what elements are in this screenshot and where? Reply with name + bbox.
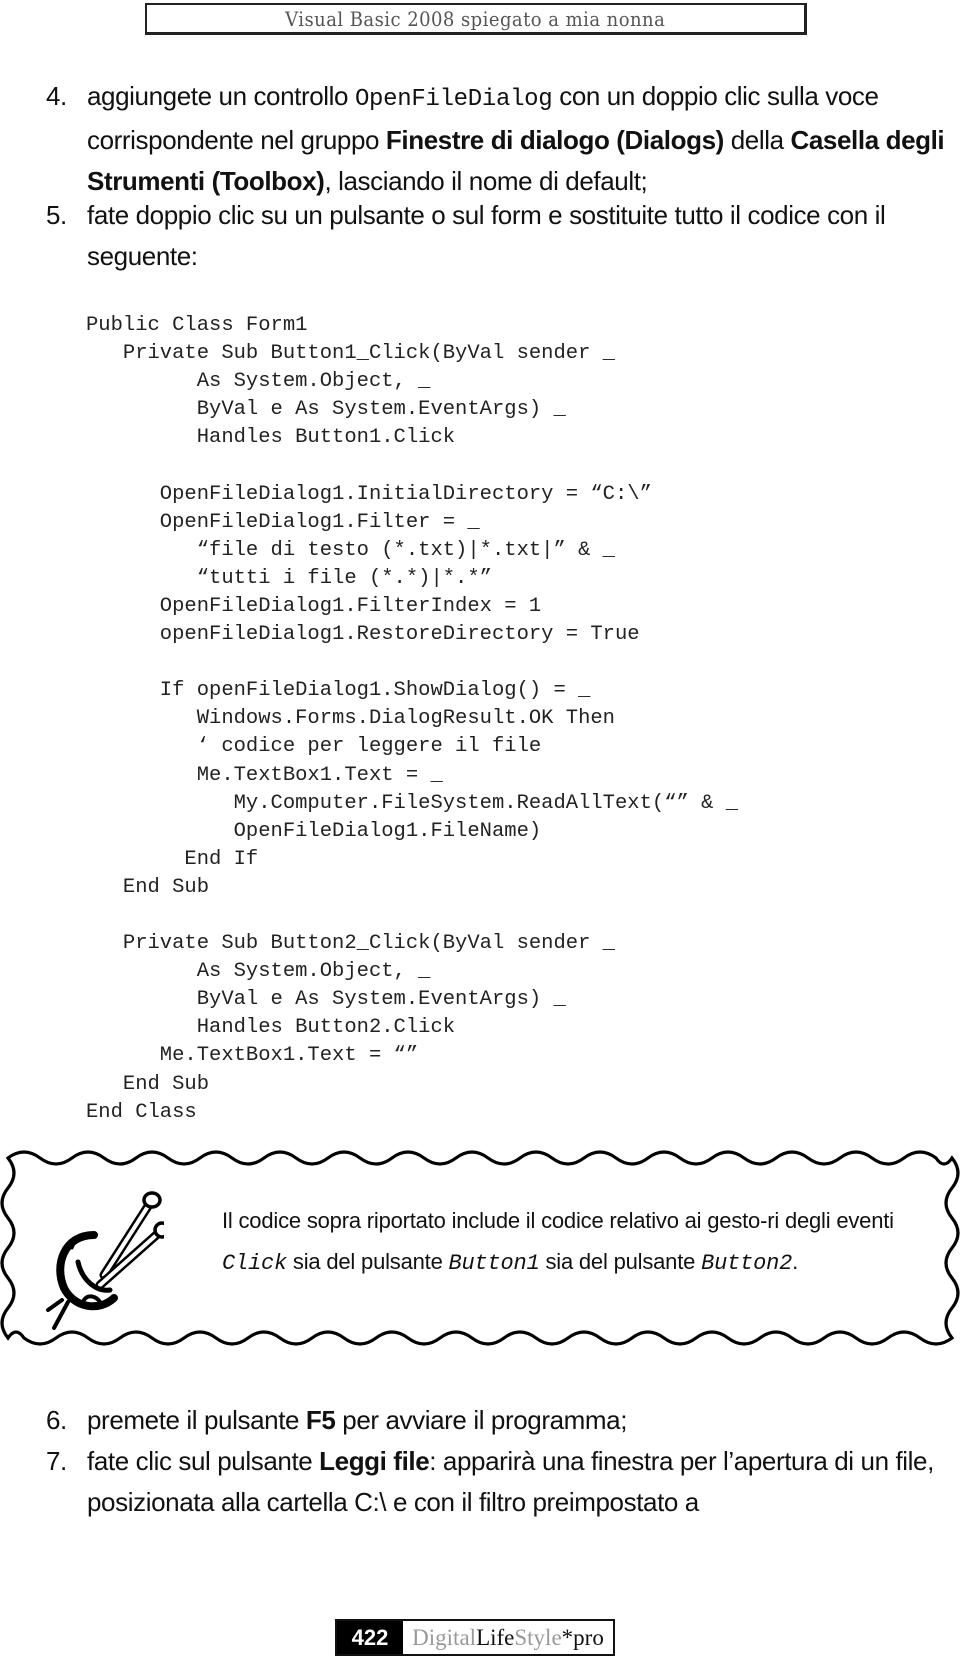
step-number: 6. (46, 1405, 67, 1435)
inline-code: Button1 (448, 1251, 540, 1276)
code-line: As System.Object, _ (86, 960, 431, 984)
code-line: openFileDialog1.RestoreDirectory = True (86, 623, 640, 647)
step-number: 4. (46, 81, 67, 111)
code-line: Handles Button1.Click (86, 426, 456, 450)
step-6: 6. premete il pulsante F5 per avviare il… (46, 1400, 946, 1441)
code-line: As System.Object, _ (86, 370, 431, 394)
code-line: “tutti i file (*.*)|*.*” (86, 566, 492, 590)
code-line: My.Computer.FileSystem.ReadAllText(“” & … (86, 791, 739, 815)
code-line: Me.TextBox1.Text = “” (86, 1044, 419, 1068)
code-line: OpenFileDialog1.Filter = _ (86, 510, 480, 534)
inline-code: Click (222, 1251, 288, 1276)
page-number: 422 (337, 1621, 403, 1654)
running-header: Visual Basic 2008 spiegato a mia nonna (145, 3, 807, 35)
step-text: fate clic sul pulsante Leggi file: appar… (87, 1446, 934, 1517)
code-line: “file di testo (*.txt)|*.txt|” & _ (86, 538, 615, 562)
code-line: End Class (86, 1100, 197, 1124)
publisher-logo: Digital Life Style *pro (412, 1624, 604, 1650)
code-line: OpenFileDialog1.FilterIndex = 1 (86, 594, 542, 618)
page-footer: 422 Digital Life Style *pro (335, 1619, 615, 1656)
code-line: If openFileDialog1.ShowDialog() = _ (86, 679, 591, 703)
step-text: premete il pulsante F5 per avviare il pr… (87, 1405, 628, 1435)
callout-text: Il codice sopra riportato include il cod… (222, 1208, 894, 1276)
code-line: Windows.Forms.DialogResult.OK Then (86, 707, 615, 731)
code-line: ‘ codice per leggere il file (86, 735, 542, 759)
code-line: OpenFileDialog1.InitialDirectory = “C:\” (86, 482, 652, 506)
code-line: ByVal e As System.EventArgs) _ (86, 988, 566, 1012)
note-callout: Il codice sopra riportato include il cod… (0, 1140, 960, 1350)
bold-term: Leggi file (319, 1446, 430, 1476)
code-line: End If (86, 847, 259, 871)
code-line: OpenFileDialog1.FileName) (86, 819, 542, 843)
code-line: Private Sub Button1_Click(ByVal sender _ (86, 342, 615, 366)
step-4: 4. aggiungete un controllo OpenFileDialo… (46, 76, 946, 202)
code-line: Private Sub Button2_Click(ByVal sender _ (86, 932, 615, 956)
knitting-yarn-icon (46, 1191, 164, 1330)
step-text: fate doppio clic su un pulsante o sul fo… (87, 200, 886, 271)
book-title: Visual Basic 2008 spiegato a mia nonna (285, 6, 666, 31)
step-7: 7. fate clic sul pulsante Leggi file: ap… (46, 1441, 946, 1523)
step-number: 7. (46, 1446, 67, 1476)
inline-code: Button2 (701, 1251, 793, 1276)
step-number: 5. (46, 200, 67, 230)
step-5: 5. fate doppio clic su un pulsante o sul… (46, 195, 946, 277)
bold-term: Finestre di dialogo (Dialogs) (385, 125, 724, 155)
inline-code: OpenFileDialog (354, 86, 553, 113)
code-line: Me.TextBox1.Text = _ (86, 763, 443, 787)
code-line: ByVal e As System.EventArgs) _ (86, 398, 566, 422)
code-line: End Sub (86, 1072, 210, 1096)
step-text: aggiungete un controllo OpenFileDialog c… (87, 81, 945, 196)
code-line: Public Class Form1 (86, 314, 308, 337)
code-listing: Public Class Form1 Private Sub Button1_C… (86, 312, 738, 1127)
code-line: Handles Button2.Click (86, 1016, 456, 1040)
code-line: End Sub (86, 875, 210, 899)
bold-term: F5 (305, 1405, 336, 1435)
